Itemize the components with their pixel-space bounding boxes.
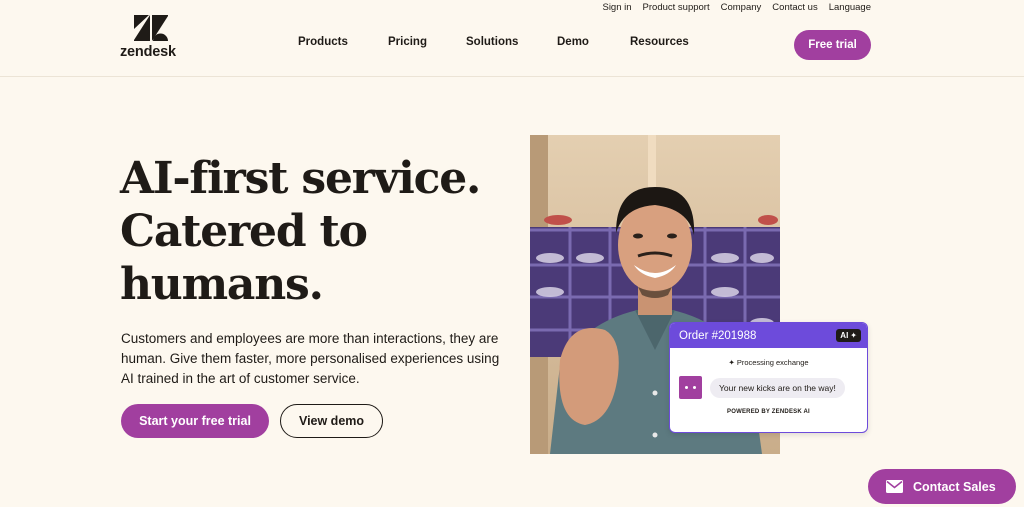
ai-chat-card: Order #201988 AI ✦ ✦ Processing exchange… [669, 322, 868, 433]
zendesk-mark-icon [134, 15, 168, 41]
zendesk-logo[interactable]: zendesk [120, 15, 182, 63]
sign-in-link[interactable]: Sign in [602, 2, 631, 13]
nav-item-demo[interactable]: Demo [557, 36, 630, 48]
bot-avatar-icon [679, 376, 702, 399]
brand-wordmark: zendesk [120, 44, 176, 60]
mail-icon [886, 480, 903, 493]
powered-by-label: POWERED BY ZENDESK AI [727, 409, 810, 415]
utility-nav: Sign in Product support Company Contact … [602, 0, 871, 14]
ai-badge-label: AI [840, 331, 849, 340]
sparkle-icon: ✦ [728, 358, 735, 367]
free-trial-button[interactable]: Free trial [794, 30, 871, 60]
nav-item-solutions[interactable]: Solutions [466, 36, 557, 48]
contact-sales-label: Contact Sales [913, 479, 996, 494]
hero-title-line: humans. [120, 259, 324, 310]
language-link[interactable]: Language [829, 2, 871, 13]
hero-subtitle: Customers and employees are more than in… [121, 331, 500, 386]
order-number: Order #201988 [679, 329, 757, 342]
company-link[interactable]: Company [721, 2, 762, 13]
start-free-trial-button[interactable]: Start your free trial [121, 404, 269, 438]
chat-card-header: Order #201988 AI ✦ [670, 323, 867, 348]
sparkle-icon: ✦ [850, 331, 857, 340]
nav-item-pricing[interactable]: Pricing [388, 36, 466, 48]
processing-text: Processing exchange [736, 358, 809, 367]
processing-status: ✦ Processing exchange [670, 358, 867, 367]
product-support-link[interactable]: Product support [643, 2, 710, 13]
nav-item-products[interactable]: Products [298, 36, 388, 48]
contact-us-link[interactable]: Contact us [772, 2, 817, 13]
hero-title: AI-first service. Catered to humans. [120, 152, 500, 311]
nav-item-resources[interactable]: Resources [630, 36, 689, 48]
view-demo-button[interactable]: View demo [280, 404, 383, 438]
contact-sales-button[interactable]: Contact Sales [868, 469, 1016, 504]
hero-title-line: AI-first service. [120, 153, 481, 204]
ai-badge: AI ✦ [836, 329, 861, 342]
chat-message-bubble: Your new kicks are on the way! [710, 377, 845, 398]
chat-message-row: Your new kicks are on the way! [679, 376, 867, 399]
hero-title-line: Catered to [120, 206, 368, 257]
site-header: Sign in Product support Company Contact … [0, 0, 1024, 77]
main-nav: Products Pricing Solutions Demo Resource… [298, 36, 689, 48]
